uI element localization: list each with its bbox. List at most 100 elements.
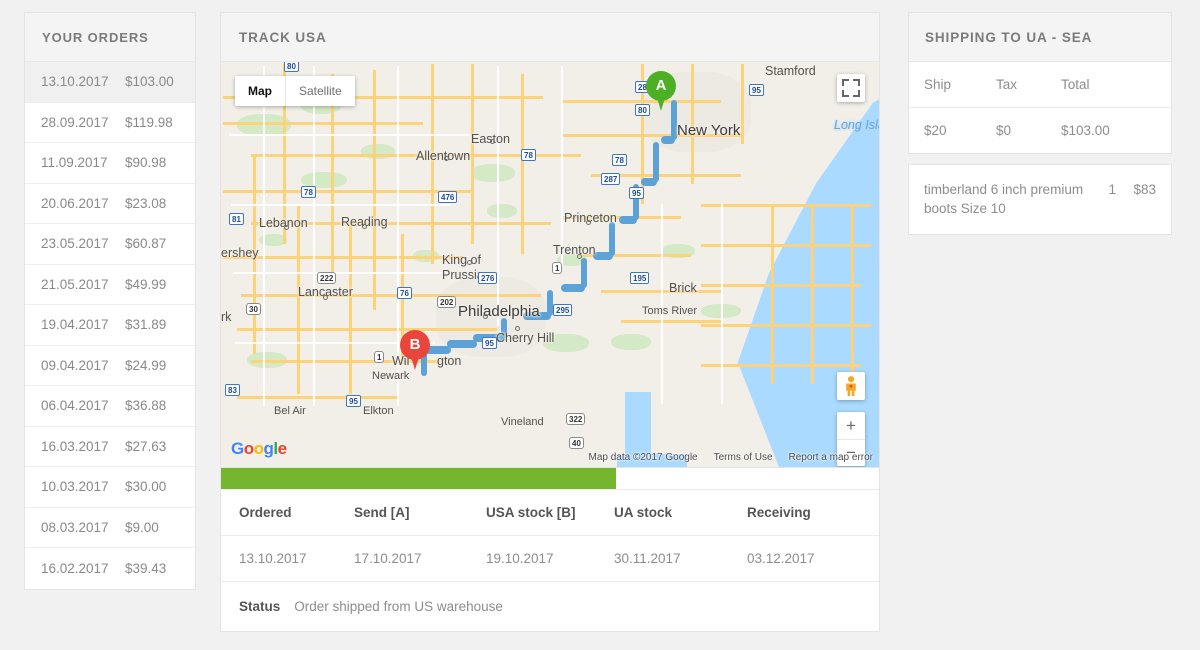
pegman-street-view-icon[interactable] [837,372,865,400]
map-road [471,64,474,244]
order-date: 16.03.2017 [41,438,109,454]
map-city-dot [362,224,367,229]
tracking-header-cell: USA stock [B] [486,490,614,536]
map-minor-road [229,134,469,136]
highway-shield-icon: 30 [246,303,261,315]
order-item-row: timberland 6 inch premium boots Size 10 1… [909,165,1171,234]
map-marker-b[interactable]: B [400,330,430,372]
map-attribution-link[interactable]: Terms of Use [714,452,773,463]
tracking-header-cell: Send [A] [354,490,486,536]
tracking-table: Ordered Send [A] USA stock [B] UA stock Rece… [221,490,879,582]
shipping-value-tax: $0 [996,123,1012,138]
tracking-data-cell: 19.10.2017 [486,535,614,582]
order-amount: $23.08 [125,195,167,211]
highway-shield-icon: 81 [229,213,244,225]
map-place-label: Toms River [642,305,698,317]
order-row[interactable]: 10.03.2017 $30.00 [25,467,195,508]
order-date: 11.09.2017 [41,155,108,171]
map-type-toggle[interactable]: Map Satellite [235,76,355,106]
map-type-map-button[interactable]: Map [235,76,285,106]
order-row[interactable]: 06.04.2017 $36.88 [25,386,195,427]
map-road [349,224,352,394]
order-date: 19.04.2017 [41,317,109,333]
map-green-area [611,334,651,350]
map-route-segment [609,222,615,256]
map-place-label: Vineland [501,416,544,428]
map-minor-road [313,66,315,406]
status-label: Status [239,599,281,614]
map-green-area [471,164,515,182]
order-date: 10.03.2017 [41,479,109,495]
order-amount: $9.00 [125,519,159,535]
highway-shield-icon: 83 [225,384,240,396]
order-row[interactable]: 09.04.2017 $24.99 [25,345,195,386]
orders-list: 13.10.2017 $103.00 28.09.2017 $119.98 11.09.… [25,62,195,589]
map-green-area [487,204,517,218]
order-amount: $36.88 [125,398,167,414]
map-viewport[interactable]: StamfordNew YorkLong IslaEastonAllentown… [221,62,879,468]
map-city-dot [490,139,495,144]
order-date: 23.05.2017 [41,236,109,252]
orders-panel-title: YOUR ORDERS [25,13,195,62]
tracking-data-cell: 03.12.2017 [747,535,879,582]
map-attribution[interactable]: Map data ©2017 Google Terms of Use Report … [588,452,873,463]
track-panel-title: TRACK USA [221,13,879,62]
order-row[interactable]: 23.05.2017 $60.87 [25,224,195,265]
order-row[interactable]: 11.09.2017 $90.98 [25,143,195,184]
order-row[interactable]: 13.10.2017 $103.00 [25,62,195,103]
fullscreen-icon[interactable] [837,74,865,102]
map-place-label: Elkton [363,405,394,417]
map-data-credit: Map data ©2017 Google [588,452,698,463]
highway-shield-icon: 287 [601,173,621,185]
status-row: Status Order shipped from US warehouse [221,582,879,631]
order-row[interactable]: 08.03.2017 $9.00 [25,507,195,548]
map-marker-label: A [655,76,667,94]
map-minor-road [661,204,663,404]
order-row[interactable]: 20.06.2017 $23.08 [25,183,195,224]
highway-shield-icon: 202 [437,296,457,308]
map-marker-a[interactable]: A [646,71,676,113]
map-attribution-link[interactable]: Report a map error [789,452,873,463]
map-city-dot [467,260,472,265]
map-road [223,256,463,259]
tracking-data-cell: 17.10.2017 [354,535,486,582]
map-canvas[interactable]: StamfordNew YorkLong IslaEastonAllentown… [221,62,879,467]
tracking-table-header-row: Ordered Send [A] USA stock [B] UA stock Rece… [221,490,879,536]
map-route-segment [593,252,613,260]
shipping-header-row: Ship Tax Total [909,62,1171,108]
tracking-header-cell: Receiving [747,490,879,536]
order-item-name: timberland 6 inch premium boots Size 10 [924,182,1084,216]
highway-shield-icon: 295 [553,304,573,316]
shipment-progress-bar [221,468,879,490]
map-road [741,64,744,144]
highway-shield-icon: 95 [482,337,497,349]
order-item-qty: 1 [1108,182,1116,197]
tracking-data-cell: 30.11.2017 [614,535,747,582]
map-place-label: Philadelphia [458,303,540,320]
highway-shield-icon: 76 [397,287,412,299]
map-city-dot [586,220,591,225]
shipping-header-tax: Tax [996,62,1061,108]
map-road [223,190,473,193]
order-amount: $119.98 [125,114,173,130]
map-minor-road [263,66,265,406]
highway-shield-icon: 195 [630,272,650,284]
order-row[interactable]: 19.04.2017 $31.89 [25,305,195,346]
map-place-label: ershey [221,246,259,260]
order-items-panel: timberland 6 inch premium boots Size 10 1… [908,164,1172,235]
order-row[interactable]: 16.03.2017 $27.63 [25,426,195,467]
order-amount: $27.63 [125,438,167,454]
order-row[interactable]: 28.09.2017 $119.98 [25,102,195,143]
order-date: 06.04.2017 [41,398,109,414]
shipping-value-ship: $20 [924,123,947,138]
order-items-list: timberland 6 inch premium boots Size 10 1… [909,165,1171,234]
order-amount: $30.00 [125,479,167,495]
order-amount: $39.43 [125,560,167,576]
map-type-satellite-button[interactable]: Satellite [285,76,355,106]
order-row[interactable]: 16.02.2017 $39.43 [25,548,195,589]
order-amount: $49.99 [125,276,167,292]
map-road [701,364,861,367]
order-row[interactable]: 21.05.2017 $49.99 [25,264,195,305]
highway-shield-icon: 1 [374,351,385,363]
zoom-in-button[interactable]: + [837,412,865,439]
